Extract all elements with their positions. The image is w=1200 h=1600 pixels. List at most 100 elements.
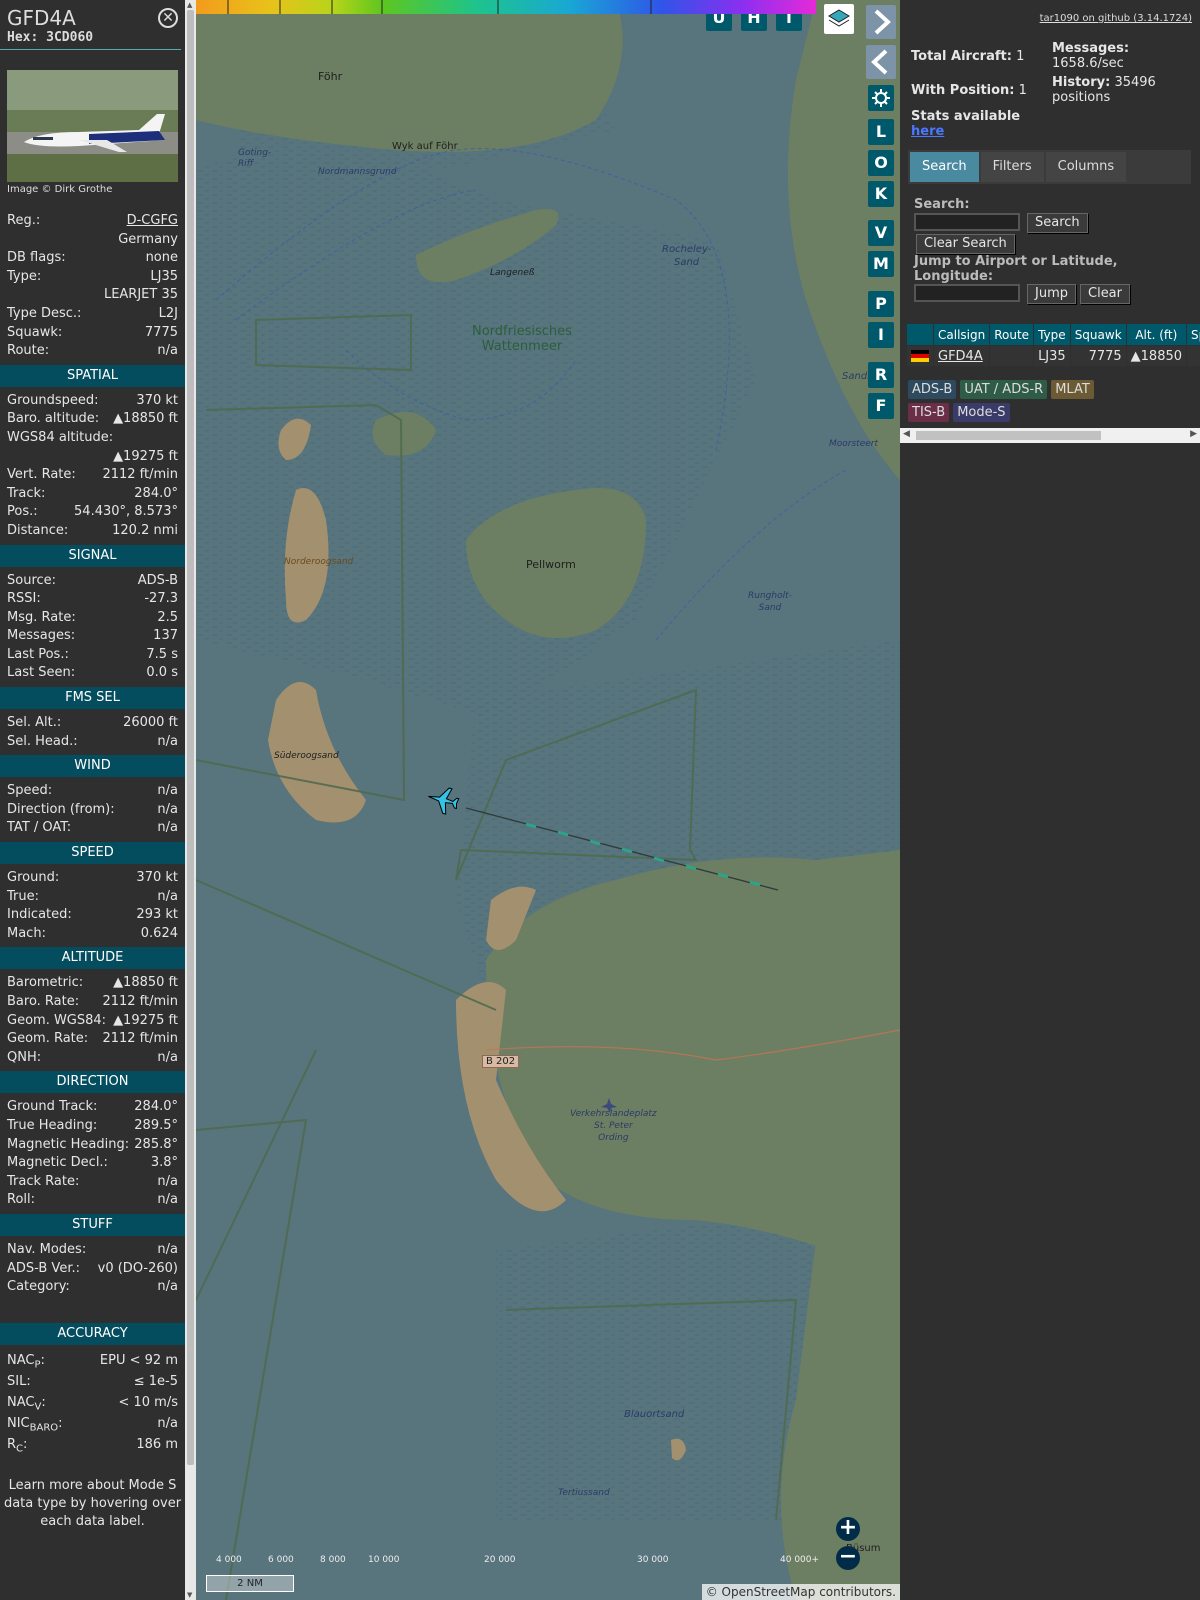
photo-credit: Image © Dirk Grothe [7,184,113,195]
jump-input[interactable] [914,284,1020,302]
legend-badge: Mode-S [953,403,1010,422]
info-label: Last Pos.: [7,646,69,662]
column-header[interactable]: Type [1033,323,1071,346]
github-link[interactable]: tar1090 on github (3.14.1724) [1040,13,1192,24]
info-value: ▲19275 ft [113,1012,178,1028]
chevron-left-icon[interactable] [866,45,896,79]
chevron-right-icon[interactable] [866,5,896,39]
infoblock-scrollbar[interactable]: ▲ ▼ [185,0,196,1600]
legend-badge: UAT / ADS-R [960,380,1048,399]
info-value: ADS-B [137,572,178,588]
close-icon[interactable]: ✕ [158,8,178,28]
toggle-o-button[interactable]: O [868,150,894,176]
info-label: TAT / OAT: [7,820,72,836]
column-header[interactable]: Squawk [1069,323,1127,346]
info-value: n/a [157,1173,178,1189]
info-value: n/a [157,733,178,749]
info-row: Last Seen: 0.0 s [0,664,185,683]
info-value: none [145,250,178,266]
alt-tick-10000: 10 000 [368,1555,400,1565]
info-value: 0.624 [140,925,178,941]
history-stat: History: 35496 positions [1052,75,1156,105]
toggle-r-button[interactable]: R [868,362,894,388]
info-row: Speed: n/a [0,782,185,801]
info-label: Baro. altitude: [7,411,100,427]
table-horizontal-scrollbar[interactable]: ◀ ▶ [900,428,1200,443]
info-label: Speed: [7,783,53,799]
column-header[interactable]: Callsign [932,323,991,346]
registration-link[interactable]: D-CGFG [127,213,178,228]
openstreetmap-link[interactable]: OpenStreetMap [722,1585,816,1599]
stats-here-link[interactable]: here [911,124,944,139]
column-header[interactable]: Spd [1186,323,1200,346]
column-header[interactable]: Route [989,323,1035,346]
info-label: RSSI: [7,591,41,607]
accuracy-label: NACP: [7,1352,45,1371]
info-value: n/a [157,1049,178,1065]
tab-filters[interactable]: Filters [980,152,1044,182]
callsign-cell[interactable]: GFD4A [932,345,991,367]
section-header: SIGNAL [0,544,185,567]
info-label: Route: [7,343,50,359]
aircraft-photo[interactable] [7,70,178,182]
with-position-label: With Position: [911,83,1015,98]
info-value: n/a [157,783,178,799]
info-label: Msg. Rate: [7,609,76,625]
info-value: n/a [157,1192,178,1208]
info-label: Squawk: [7,324,63,340]
toggle-l-button[interactable]: L [868,119,894,145]
info-label: Baro. Rate: [7,994,80,1009]
toggle-v-button[interactable]: V [868,220,894,246]
section-header: DIRECTION [0,1071,185,1094]
info-row: Germany [0,231,185,250]
accuracy-value: n/a [157,1415,178,1431]
info-label: Last Seen: [7,665,76,681]
info-value[interactable]: D-CGFG [127,212,178,231]
search-label: Search: [914,197,970,212]
layers-icon[interactable] [824,4,854,34]
table-row[interactable]: GFD4A LJ35 7775 ▲18850 [906,345,1200,367]
map-view[interactable]: Föhr Wyk auf Föhr Goting- Riff Nordmanns… [196,0,900,1600]
column-header[interactable]: Alt. (ft) [1125,323,1188,346]
info-label: Indicated: [7,907,72,923]
info-row: DB flags: none [0,249,185,268]
zoom-out-button[interactable]: − [836,1546,860,1570]
toggle-k-button[interactable]: K [868,181,894,207]
info-label: Geom. Rate: [7,1031,89,1047]
gear-icon[interactable] [868,85,894,111]
toggle-p-button[interactable]: P [868,291,894,317]
info-value: 289.5° [134,1117,178,1133]
clear-jump-button[interactable]: Clear [1080,284,1130,304]
search-button[interactable]: Search [1027,213,1088,233]
info-value: 54.430°, 8.573° [74,504,178,520]
map-label-moorsteert: Moorsteert [829,439,878,449]
zoom-in-button[interactable]: + [836,1517,860,1541]
callsign-link[interactable]: GFD4A [938,349,983,364]
map-label-b202: B 202 [482,1055,520,1068]
map-label-rungholt: Rungholt- Sand [748,591,792,613]
accuracy-section: ACCURACY NACP: EPU < 92 m SIL: ≤ 1e-5 NACV: < … [0,1322,185,1455]
accuracy-label: NACV: [7,1394,46,1413]
info-value: 370 kt [136,392,178,408]
column-header[interactable] [906,323,934,346]
tab-search[interactable]: Search [910,152,979,182]
jump-button[interactable]: Jump [1027,284,1076,304]
toggle-m-button[interactable]: M [868,251,894,277]
info-row: Ground: 370 kt [0,869,185,888]
info-label: Messages: [7,628,76,644]
info-label: Nav. Modes: [7,1241,87,1257]
clear-search-button[interactable]: Clear Search [916,234,1015,254]
info-row: Msg. Rate: 2.5 [0,609,185,628]
search-input[interactable] [914,213,1020,231]
accuracy-value: EPU < 92 m [99,1352,178,1368]
tab-columns[interactable]: Columns [1045,152,1127,182]
toggle-f-button[interactable]: F [868,393,894,419]
alt-tick-6000: 6 000 [268,1555,294,1565]
toggle-i-button[interactable]: I [868,322,894,348]
map-tiles [196,0,900,1600]
info-value: LJ35 [150,268,178,284]
info-label: Ground Track: [7,1099,98,1115]
accuracy-value: 186 m [136,1436,178,1452]
info-row: Sel. Alt.: 26000 ft [0,714,185,733]
info-row: Route: n/a [0,342,185,361]
